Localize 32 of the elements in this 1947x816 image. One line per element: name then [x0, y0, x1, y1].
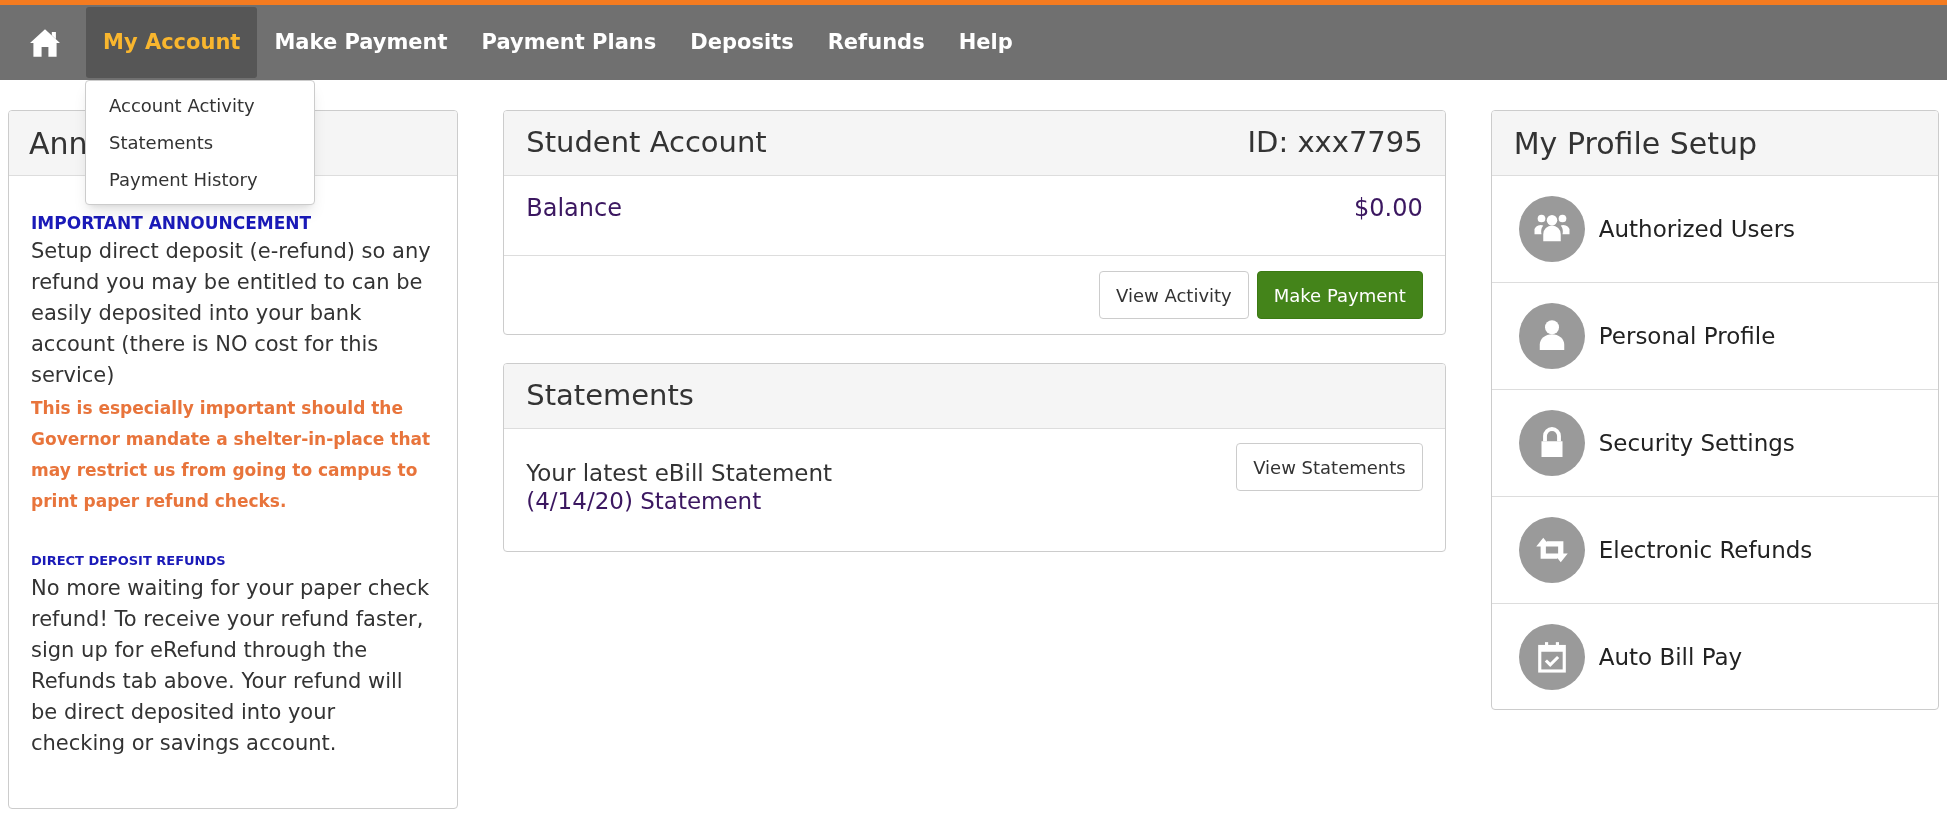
balance-label: Balance — [526, 193, 622, 224]
profile-item[interactable]: Security Settings — [1491, 390, 1938, 497]
announcement-subheading: DIRECT DEPOSIT REFUNDS — [31, 552, 227, 570]
panel-title: Ann — [29, 124, 88, 163]
dropdown-item[interactable]: Payment History — [86, 161, 314, 198]
announcement-text: No more waiting for your paper check refund! To receive your refund faster, sign up for eRefund through the Refunds tab above. Your refund will be direct deposited into your checking or savings account. — [31, 575, 431, 757]
dropdown-item[interactable]: Statements — [86, 124, 314, 161]
dropdown-item[interactable]: Account Activity — [86, 87, 314, 124]
panel-title: Statements — [526, 377, 694, 415]
view-activity-button[interactable]: View Activity — [1099, 271, 1249, 319]
announcement-text: Setup direct deposit (e-refund) so any refund you may be entitled to can be easily deposited into your bank account (there is NO cost for this service) — [31, 238, 432, 389]
panel-title: Student Account — [526, 124, 767, 162]
nav-tab[interactable]: Make Payment — [257, 7, 465, 78]
nav-tab[interactable]: Payment Plans — [464, 7, 674, 78]
view-statements-button[interactable]: View Statements — [1236, 443, 1423, 491]
nav-tab[interactable]: Help — [941, 7, 1030, 78]
statement-label: Your latest eBill Statement — [526, 459, 833, 487]
panel-title: My Profile Setup — [1513, 124, 1758, 163]
nav-tab[interactable]: My Account — [86, 7, 258, 78]
nav-tab[interactable]: Deposits — [673, 7, 811, 78]
profile-item[interactable]: Electronic Refunds — [1491, 497, 1938, 604]
profile-item[interactable]: Personal Profile — [1491, 283, 1938, 390]
nav-tab[interactable]: Refunds — [810, 7, 942, 78]
home-icon[interactable] — [28, 27, 62, 58]
alert-text: This is especially important should the Governor mandate a shelter-in-place that may restrict us from going to campus to print paper refund checks. — [31, 397, 432, 513]
profile-item[interactable]: Authorized Users — [1491, 176, 1938, 283]
account-id: ID: xxx7795 — [1247, 124, 1423, 162]
profile-item[interactable]: Auto Bill Pay — [1491, 604, 1938, 709]
statement-link[interactable]: (4/14/20) Statement — [526, 487, 833, 515]
balance-amount: $0.00 — [1354, 193, 1423, 224]
make-payment-button[interactable]: Make Payment — [1256, 271, 1423, 319]
announcement-heading: IMPORTANT ANNOUNCEMENT — [31, 212, 313, 235]
